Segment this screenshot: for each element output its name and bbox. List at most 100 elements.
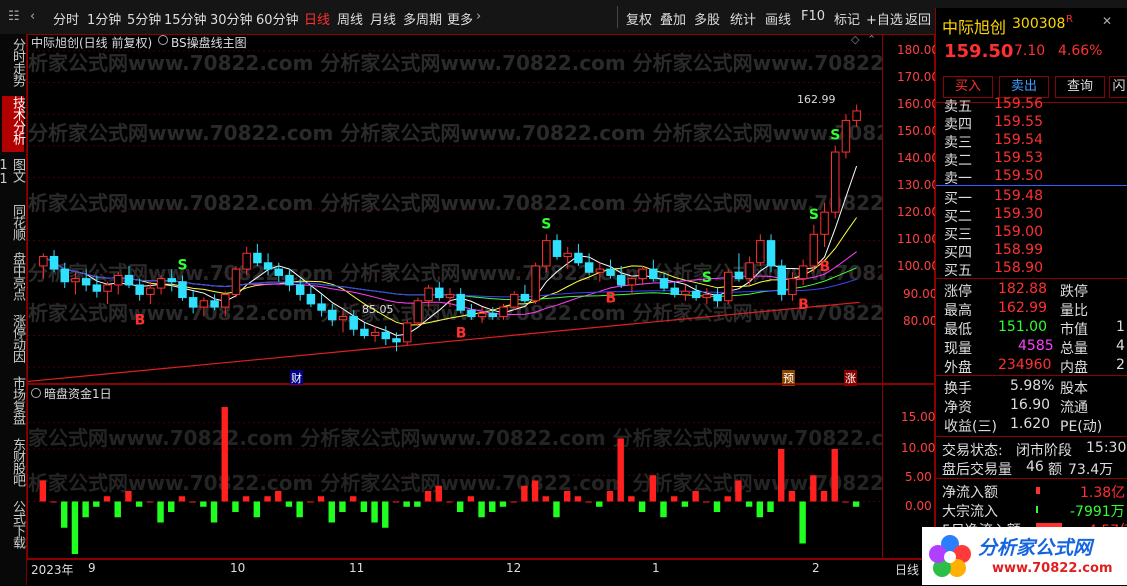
bid-4-price: 158.99 bbox=[994, 242, 1043, 258]
limit-down-label: 跌停 bbox=[1060, 284, 1088, 300]
buy-button[interactable]: 买入 bbox=[943, 76, 993, 98]
candle-body bbox=[777, 265, 786, 295]
tab-timeframe-1[interactable]: 1分钟 bbox=[87, 9, 121, 28]
flow-bar bbox=[371, 501, 378, 523]
flow-bar bbox=[638, 501, 646, 512]
divider bbox=[936, 278, 1127, 279]
candle-body bbox=[253, 252, 262, 264]
tab-timeframe-0[interactable]: 分时 bbox=[53, 9, 79, 28]
tool-button-0[interactable]: 复权 bbox=[626, 9, 652, 28]
flow-bar bbox=[328, 501, 335, 523]
net-assets-value: 16.90 bbox=[1010, 397, 1051, 413]
candle-body bbox=[114, 274, 123, 286]
close-icon[interactable]: ✕ bbox=[1102, 14, 1112, 28]
date-label: 12 bbox=[506, 561, 522, 575]
current-vol-value: 4585 bbox=[1018, 338, 1054, 354]
tab-timeframe-9[interactable]: 多周期 bbox=[403, 9, 442, 28]
query-button[interactable]: 查询 bbox=[1055, 76, 1105, 98]
left-tab-5[interactable]: 涨停动因 bbox=[2, 314, 25, 370]
flow-bar bbox=[563, 491, 571, 502]
ask-4-label: 卖四 bbox=[944, 117, 972, 133]
tool-button-1[interactable]: 叠加 bbox=[660, 9, 686, 28]
left-tab-2[interactable]: 图文11 bbox=[0, 158, 25, 200]
candle-body bbox=[820, 211, 829, 235]
tab-timeframe-4[interactable]: 30分钟 bbox=[210, 9, 253, 28]
ask-5-price: 159.56 bbox=[994, 96, 1043, 112]
candle-body bbox=[756, 240, 765, 264]
sub-axis-label: 5.00 bbox=[905, 470, 932, 484]
tab-timeframe-8[interactable]: 月线 bbox=[370, 9, 396, 28]
tool-button-5[interactable]: F10 bbox=[801, 9, 825, 24]
quote-panel: 中际旭创 300308 R ✕ 159.50 7.10 4.66% 买入 卖出 … bbox=[935, 8, 1127, 585]
tab-timeframe-10[interactable]: 更多 bbox=[447, 9, 473, 28]
left-tab-4[interactable]: 盘中亮点 bbox=[2, 252, 25, 308]
bid-3-price: 159.00 bbox=[994, 224, 1043, 240]
tool-button-3[interactable]: 统计 bbox=[730, 9, 756, 28]
flow-bar bbox=[703, 501, 710, 503]
sell-button[interactable]: 卖出 bbox=[999, 76, 1049, 98]
date-axis bbox=[27, 559, 935, 586]
divider bbox=[936, 436, 1127, 437]
candle-body bbox=[670, 287, 679, 295]
flow-bar bbox=[146, 501, 154, 503]
left-tab-0[interactable]: 分时走势 bbox=[2, 38, 25, 92]
candle-body bbox=[381, 331, 391, 340]
flow-bar bbox=[339, 501, 346, 512]
flow-bar bbox=[756, 501, 764, 518]
tool-button-4[interactable]: 画线 bbox=[765, 9, 791, 28]
tool-button-2[interactable]: 多股 bbox=[694, 9, 720, 28]
tab-timeframe-2[interactable]: 5分钟 bbox=[127, 9, 161, 28]
candle-body bbox=[188, 297, 198, 308]
candle-body bbox=[360, 328, 369, 337]
tab-timeframe-7[interactable]: 周线 bbox=[337, 9, 363, 28]
brand-url: www.70822.com bbox=[992, 561, 1113, 576]
price-label: 170.00 bbox=[897, 70, 939, 84]
left-tab-8[interactable]: 公式下载 bbox=[2, 500, 25, 556]
divider bbox=[936, 478, 1127, 479]
candle-body bbox=[199, 300, 209, 308]
flow-bar bbox=[242, 496, 250, 502]
candlestick-chart[interactable]: 分析家公式网www.70822.com 分析家公式网www.70822.com … bbox=[28, 35, 882, 383]
tool-button-8[interactable]: 返回 bbox=[905, 9, 931, 28]
bid-2-label: 买二 bbox=[944, 209, 972, 225]
capital-flow-bar-chart[interactable]: 分析家公式网www.70822.com 分析家公式网www.70822.com … bbox=[28, 385, 882, 558]
sell-signal: S bbox=[809, 207, 819, 223]
candle-body bbox=[81, 278, 91, 286]
flower-logo-icon bbox=[929, 535, 971, 577]
price-label: 100.00 bbox=[897, 259, 939, 273]
left-tab-3[interactable]: 同花顺 bbox=[2, 204, 25, 248]
after-hours-label: 盘后交易量 bbox=[942, 462, 1012, 478]
left-tab-6[interactable]: 市场复盘 bbox=[2, 376, 25, 432]
back-arrow-icon[interactable]: ‹ bbox=[30, 9, 35, 24]
flow-bar bbox=[135, 501, 143, 507]
sell-signal: S bbox=[541, 216, 551, 232]
sub-axis-label: 0.00 bbox=[905, 499, 932, 513]
candle-body bbox=[499, 306, 508, 318]
watermark-text: 分析家公式网www.70822.com 分析家公式网www.70822.com … bbox=[28, 191, 882, 215]
flow-bar bbox=[178, 496, 186, 502]
tab-timeframe-6[interactable]: 日线 bbox=[304, 9, 330, 28]
after-hours-amount-label: 额 bbox=[1048, 462, 1062, 478]
flow-bar bbox=[713, 501, 721, 512]
period-label[interactable]: 日线 bbox=[895, 561, 919, 578]
candle-body bbox=[638, 268, 647, 280]
flash-button[interactable]: 闪 bbox=[1109, 76, 1127, 98]
chevron-right-icon[interactable]: › bbox=[476, 9, 481, 24]
candle-body bbox=[274, 268, 284, 276]
left-tab-1[interactable]: 技术分析 bbox=[2, 96, 25, 152]
tab-timeframe-3[interactable]: 15分钟 bbox=[164, 9, 207, 28]
candle-body bbox=[488, 312, 498, 318]
bid-ask-divider bbox=[936, 185, 1127, 186]
candle-body bbox=[734, 271, 744, 280]
tool-button-6[interactable]: 标记 bbox=[834, 9, 860, 28]
flow-bar bbox=[521, 485, 528, 502]
settings-grid-icon[interactable]: ☷ bbox=[8, 9, 20, 24]
tab-timeframe-5[interactable]: 60分钟 bbox=[256, 9, 299, 28]
flow-bar bbox=[531, 480, 539, 502]
float-label: 流通 bbox=[1060, 400, 1088, 416]
flow-bar bbox=[435, 485, 442, 502]
left-tab-7[interactable]: 东财股吧 bbox=[2, 438, 25, 494]
current-vol-label: 现量 bbox=[944, 341, 972, 357]
turnover-label: 换手 bbox=[944, 381, 972, 397]
tool-button-7[interactable]: +自选 bbox=[866, 9, 903, 28]
